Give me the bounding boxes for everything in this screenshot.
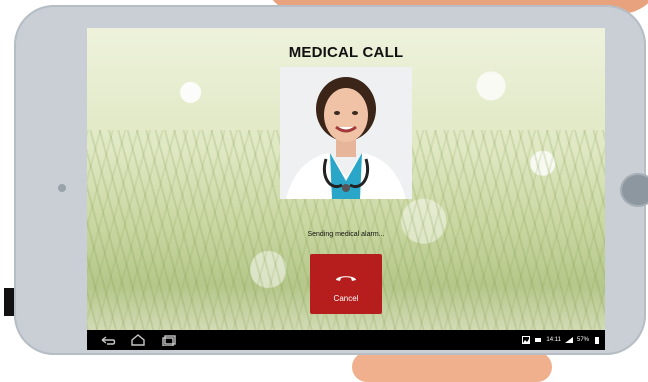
tablet-frame: MEDICAL CALL Sending medical alarm... Ca… <box>14 5 648 355</box>
back-icon <box>101 336 116 345</box>
caller-photo <box>280 67 412 199</box>
tablet-screen: MEDICAL CALL Sending medical alarm... Ca… <box>87 28 605 350</box>
home-button[interactable] <box>129 334 147 346</box>
back-button[interactable] <box>99 334 117 346</box>
recents-button[interactable] <box>161 334 179 346</box>
android-nav-bar: 14:11 57% <box>87 330 605 350</box>
wifi-icon <box>564 337 573 343</box>
recents-icon <box>162 335 176 346</box>
battery-icon <box>595 337 599 344</box>
cancel-call-button[interactable]: Cancel <box>310 254 382 314</box>
home-icon <box>131 334 145 346</box>
hardware-home-button[interactable] <box>620 173 648 207</box>
image-icon <box>522 336 531 344</box>
notification-icon <box>535 338 542 342</box>
call-status-text: Sending medical alarm... <box>307 231 385 238</box>
battery-percent: 57% <box>576 337 589 343</box>
doctor-avatar <box>280 67 412 199</box>
cancel-label: Cancel <box>333 293 359 303</box>
phone-hangup-icon <box>336 275 356 281</box>
status-area: 14:11 57% <box>522 334 601 346</box>
call-title: MEDICAL CALL <box>288 44 404 61</box>
front-camera <box>58 184 66 192</box>
decorative-bottom-shape <box>352 352 552 382</box>
status-time: 14:11 <box>546 337 561 343</box>
